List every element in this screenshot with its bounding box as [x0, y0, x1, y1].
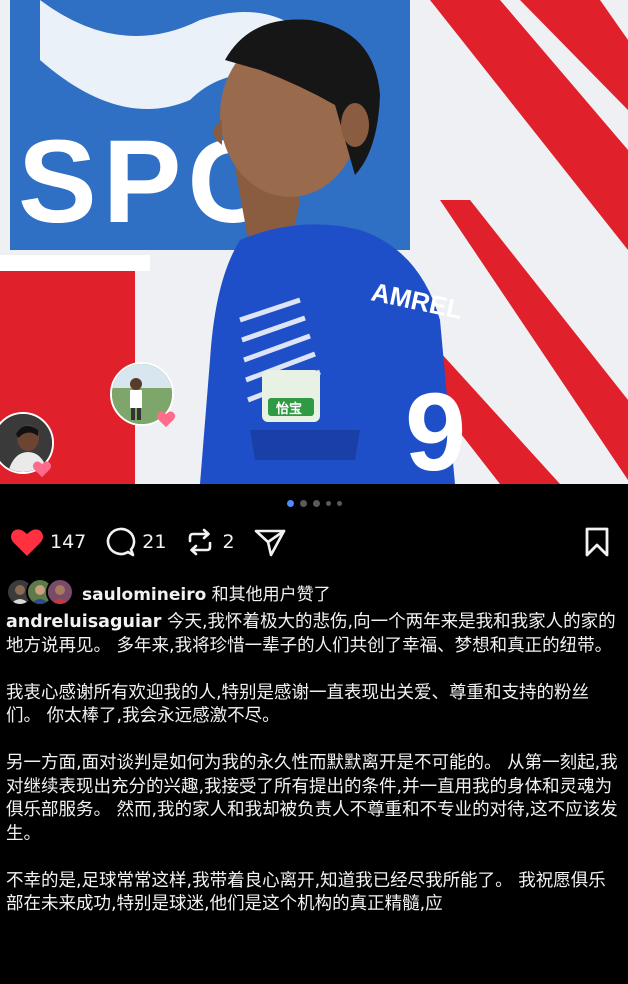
carousel-dot: [325, 500, 331, 506]
carousel-dot: [312, 499, 320, 507]
caption-paragraph: 不幸的是,足球常常这样,我带着良心离开,知道我已经尽我所能了。 我祝愿俱乐部在未…: [6, 870, 606, 915]
carousel-dot: [336, 500, 342, 506]
liked-by-row[interactable]: saulomineiro 和其他用户赞了: [6, 577, 618, 607]
reposts-count: 2: [222, 531, 235, 553]
sponsor-label: 怡宝: [276, 401, 302, 417]
caption-paragraph: 我衷心感谢所有欢迎我的人,特别是感谢一直表现出关爱、尊重和支持的粉丝们。 你太棒…: [6, 682, 590, 727]
carousel-dot-active: [286, 499, 294, 507]
comments-count: 21: [142, 531, 167, 553]
comment-bubble-icon: [107, 527, 136, 557]
caption-author[interactable]: andreluisaguiar: [6, 612, 161, 632]
bookmark-icon: [585, 527, 609, 557]
share-button[interactable]: [253, 526, 287, 558]
caption-fade: [0, 960, 628, 984]
post-caption: andreluisaguiar 今天,我怀着极大的悲伤,向一个两年来是我和我家人…: [6, 611, 622, 917]
carousel-dot: [299, 499, 307, 507]
avatar: [46, 578, 74, 606]
heart-filled-icon: [11, 529, 43, 556]
like-button[interactable]: 147: [10, 527, 86, 557]
post-action-bar: 147 21 2: [10, 522, 610, 562]
player-photo-illustration: SPC 怡宝 AMREL 9: [0, 0, 628, 484]
carousel-indicator: [0, 497, 628, 509]
save-button[interactable]: [584, 527, 610, 557]
jersey-number: 9: [405, 371, 466, 484]
repost-button[interactable]: 2: [184, 526, 235, 558]
repost-icon: [189, 528, 212, 556]
caption-paragraph: andreluisaguiar 今天,我怀着极大的悲伤,向一个两年来是我和我家人…: [6, 611, 622, 658]
comment-button[interactable]: 21: [104, 526, 166, 558]
caption-paragraph: 另一方面,面对谈判是如何为我的永久性而默默离开是不可能的。 从第一刻起,我对继续…: [6, 753, 618, 844]
send-icon: [254, 529, 285, 557]
heart-reaction-icon: [32, 461, 52, 478]
likes-count: 147: [50, 531, 87, 553]
liked-by-suffix: 和其他用户赞了: [206, 584, 331, 605]
liked-by-username[interactable]: saulomineiro: [82, 585, 206, 605]
liked-by-text: saulomineiro 和其他用户赞了: [82, 580, 331, 605]
post-photo[interactable]: SPC 怡宝 AMREL 9: [0, 0, 628, 484]
heart-reaction-icon: [156, 411, 176, 428]
liker-avatars: [6, 578, 74, 606]
